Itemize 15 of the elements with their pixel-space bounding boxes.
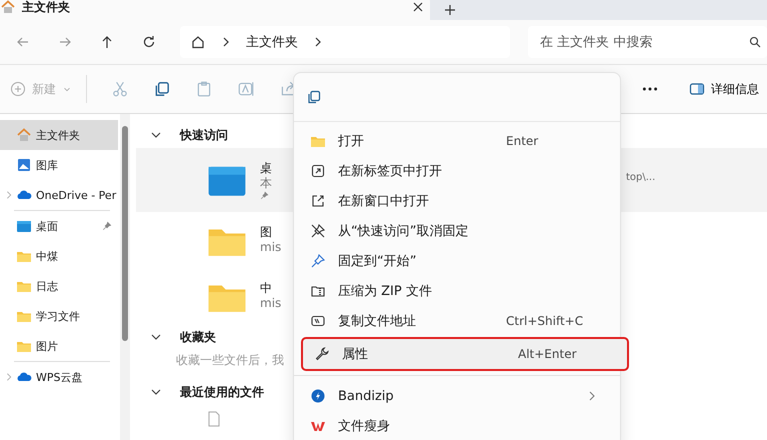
folder-name: 桌: [260, 160, 272, 176]
section-title: 收藏夹: [180, 328, 216, 346]
section-title: 快速访问: [180, 126, 228, 144]
shortcut-text: Alt+Enter: [518, 347, 578, 361]
folder-name: 图: [260, 225, 273, 240]
folder-path: top\...: [626, 172, 656, 183]
shortcut-text: Ctrl+Shift+C: [506, 314, 584, 328]
folder-location: mis: [260, 240, 282, 255]
folder-location: 本: [260, 176, 272, 190]
shortcut-text: Enter: [506, 134, 540, 148]
section-title: 最近使用的文件: [180, 384, 264, 400]
tab-label: 主文件夹: [22, 0, 71, 16]
empty-hint: 收藏一些文件后，我: [176, 352, 284, 369]
folder-location: mis: [260, 296, 282, 311]
folder-name: 中: [260, 281, 273, 296]
